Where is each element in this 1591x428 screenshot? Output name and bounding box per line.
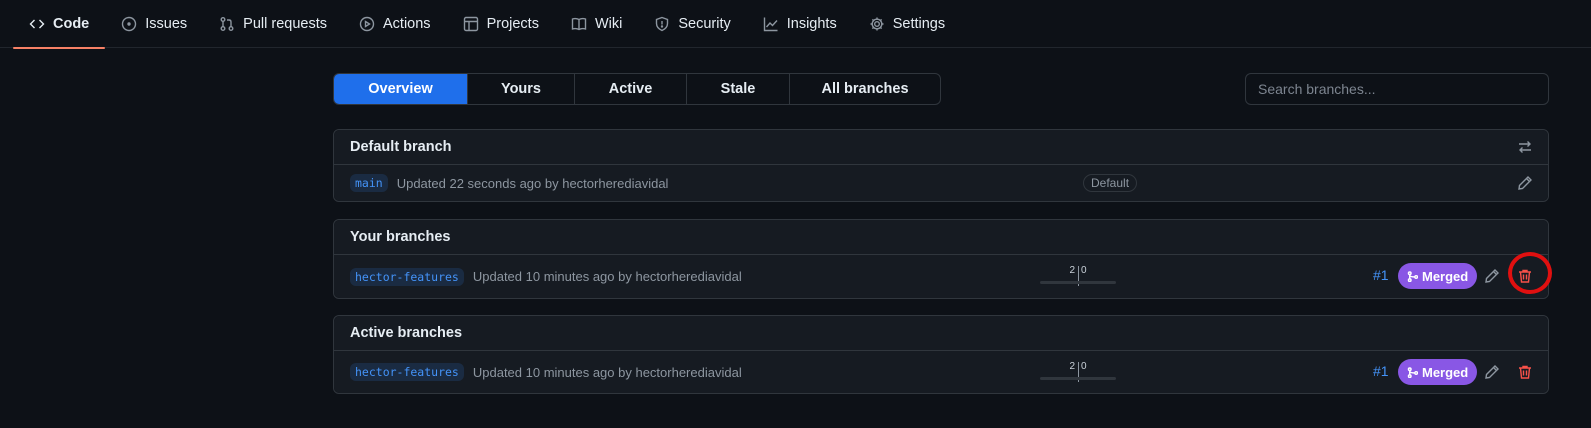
nav-settings[interactable]: Settings [853,0,961,48]
trash-icon [1519,365,1531,379]
merged-label: Merged [1422,268,1469,284]
branch-row: main Updated 22 seconds ago by hectorher… [334,165,1548,201]
search-branches-input[interactable] [1245,73,1549,105]
branch-updated-text: Updated 10 minutes ago by hectorherediav… [472,269,742,284]
rename-branch-button[interactable] [1480,264,1504,288]
delete-branch-button[interactable] [1513,360,1537,384]
pencil-icon [1518,176,1532,190]
branch-name-link[interactable]: hector-features [350,363,464,381]
ahead-count: 0 [1081,361,1087,372]
branch-updated-text: Updated 10 minutes ago by hectorherediav… [472,364,742,380]
pull-request-link[interactable]: #1 [1373,267,1389,283]
tab-yours[interactable]: Yours [467,74,574,104]
switch-default-branch-button[interactable] [1513,135,1537,159]
merged-status-badge[interactable]: Merged [1398,359,1478,385]
rename-branch-button[interactable] [1513,171,1537,195]
branch-row: hector-features Updated 10 minutes ago b… [334,255,1548,298]
pull-request-icon [220,17,234,31]
tab-all-branches[interactable]: All branches [789,74,940,104]
section-title: Default branch [350,139,452,155]
nav-insights[interactable]: Insights [747,0,853,48]
nav-security[interactable]: Security [638,0,746,48]
repo-nav: Code Issues Pull requests Actions Projec… [0,0,1591,49]
nav-projects-label: Projects [486,16,539,32]
branch-name-link[interactable]: hector-features [350,267,464,286]
default-branch-box: Default branch main Updated 22 seconds a… [333,129,1549,202]
ahead-behind-bar [1040,281,1116,284]
your-branches-header: Your branches [334,220,1548,255]
shield-icon [656,16,669,32]
nav-pull-requests-label: Pull requests [243,16,327,32]
nav-projects[interactable]: Projects [447,0,555,48]
git-merge-icon [1407,366,1418,378]
nav-code-label: Code [53,16,90,32]
gear-icon [870,17,884,31]
tab-active[interactable]: Active [574,74,686,104]
issue-icon [122,16,137,32]
tab-overview[interactable]: Overview [334,74,467,104]
tab-stale[interactable]: Stale [686,74,789,104]
nav-settings-label: Settings [892,16,946,32]
rename-branch-button[interactable] [1480,360,1504,384]
book-icon [571,17,587,31]
section-title: Active branches [350,325,463,341]
branch-row: hector-features Updated 10 minutes ago b… [334,351,1548,393]
table-icon [463,16,478,32]
nav-wiki-label: Wiki [594,16,623,32]
nav-pull-requests[interactable]: Pull requests [203,0,343,48]
ahead-behind-indicator: 2 0 [1040,265,1116,287]
code-icon [29,19,45,29]
nav-actions[interactable]: Actions [343,0,447,48]
ahead-count: 0 [1081,265,1087,276]
branch-filter-tabs: Overview Yours Active Stale All branches [333,73,941,105]
default-badge: Default [1083,174,1138,192]
ahead-behind-indicator: 2 0 [1040,361,1116,383]
nav-issues[interactable]: Issues [105,0,203,48]
nav-wiki[interactable]: Wiki [555,0,638,48]
behind-count: 2 [1069,361,1075,372]
nav-code[interactable]: Code [13,0,106,49]
your-branches-box: Your branches hector-features Updated 10… [333,219,1549,299]
pencil-icon [1485,365,1499,379]
annotation-circle [1508,252,1552,294]
active-branches-header: Active branches [334,316,1548,351]
pull-request-link[interactable]: #1 [1373,363,1389,379]
nav-insights-label: Insights [786,16,837,32]
nav-actions-label: Actions [383,16,431,32]
git-merge-icon [1407,270,1418,282]
merged-status-badge[interactable]: Merged [1398,263,1478,289]
pencil-icon [1485,269,1499,283]
nav-security-label: Security [678,16,731,32]
section-title: Your branches [350,229,451,245]
behind-count: 2 [1069,265,1075,276]
play-icon [359,16,375,32]
ahead-behind-bar [1040,377,1116,380]
arrow-switch-icon [1519,141,1531,153]
default-branch-header: Default branch [334,130,1548,165]
merged-label: Merged [1422,364,1469,380]
branch-name-link[interactable]: main [350,174,388,192]
active-branches-box: Active branches hector-features Updated … [333,315,1549,394]
branch-updated-text: Updated 22 seconds ago by hectorherediav… [396,175,669,191]
nav-issues-label: Issues [145,16,188,32]
graph-icon [763,17,778,32]
